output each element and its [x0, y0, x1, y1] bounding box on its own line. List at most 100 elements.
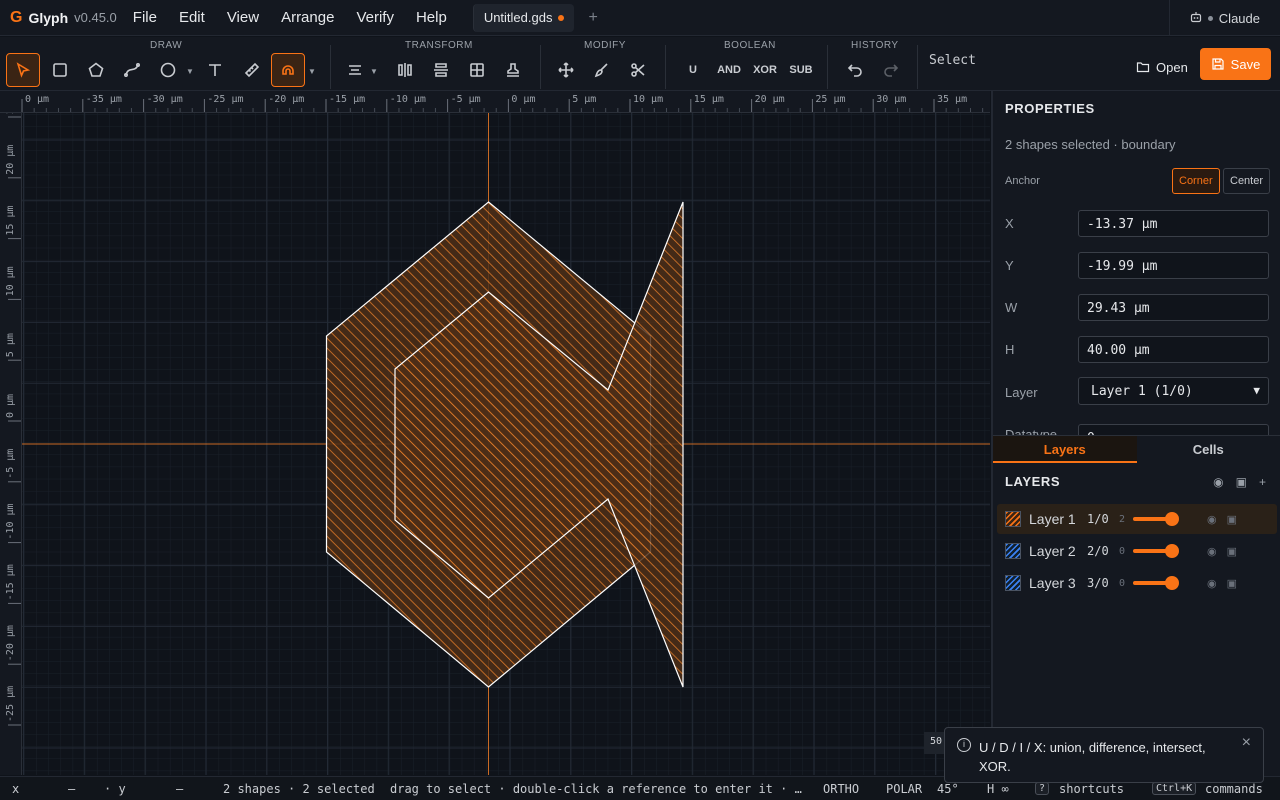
group-label-history: HISTORY [851, 40, 899, 51]
layer-swatch [1005, 543, 1021, 559]
toolbar-divider [917, 45, 918, 89]
circle-options-chevron-icon[interactable]: ▼ [186, 67, 194, 76]
layer-opacity-slider[interactable] [1133, 512, 1179, 526]
ruler-tick-label: 5 µm [5, 333, 16, 357]
close-icon[interactable]: × [1242, 734, 1251, 752]
selection-status: 2 shapes · 2 selected [223, 782, 375, 796]
toolbar: DRAW TRANSFORM MODIFY BOOLEAN HISTORY ▼ … [0, 37, 1280, 91]
layer-opacity-slider[interactable] [1133, 544, 1179, 558]
robot-icon [1190, 11, 1202, 26]
ruler-tick-label: 25 µm [5, 113, 16, 114]
circle-tool-button[interactable] [151, 53, 185, 87]
layer-row[interactable]: Layer 2 2/0 0 ◉ ▣ [997, 536, 1277, 566]
boolean-and-button[interactable]: AND [712, 53, 746, 87]
menu-arrange[interactable]: Arrange [281, 9, 334, 26]
document-tab[interactable]: Untitled.gds [472, 3, 575, 32]
ortho-toggle[interactable]: ORTHO [823, 782, 859, 796]
rectangle-tool-button[interactable] [43, 53, 77, 87]
tab-cells[interactable]: Cells [1137, 436, 1280, 463]
shortcuts-key[interactable]: ? [1035, 782, 1050, 795]
add-layer-icon[interactable]: + [1259, 475, 1266, 489]
ruler-tick-label: 25 µm [815, 94, 845, 105]
eye-icon[interactable]: ◉ [1207, 545, 1217, 558]
layer-label: Layer [1005, 385, 1038, 400]
polar-angle[interactable]: 45° [937, 782, 959, 796]
redo-button[interactable] [874, 53, 908, 87]
layer-row[interactable]: Layer 3 3/0 0 ◉ ▣ [997, 568, 1277, 598]
layer-row[interactable]: Layer 1 1/0 2 ◉ ▣ [997, 504, 1277, 534]
text-tool-button[interactable] [198, 53, 232, 87]
undo-button[interactable] [838, 53, 872, 87]
layout-canvas[interactable] [22, 113, 990, 775]
anchor-center-button[interactable]: Center [1223, 168, 1271, 194]
slider-knob[interactable] [1165, 576, 1179, 590]
add-tab-button[interactable]: + [588, 9, 597, 27]
polar-toggle[interactable]: POLAR [886, 782, 922, 796]
lock-icon[interactable]: ▣ [1227, 577, 1237, 590]
snap-tool-button[interactable] [271, 53, 305, 87]
open-button[interactable]: Open [1128, 52, 1196, 82]
y-field[interactable]: -19.99 µm [1078, 252, 1269, 279]
user-menu[interactable]: Claude [1168, 0, 1260, 36]
boolean-xor-button[interactable]: XOR [748, 53, 782, 87]
app-logo: G Glyph v0.45.0 [10, 9, 117, 27]
anchor-corner-button[interactable]: Corner [1172, 168, 1220, 194]
ruler-tick-label: 20 µm [5, 145, 16, 175]
datatype-field[interactable]: 0 [1078, 424, 1269, 435]
cut-button[interactable] [621, 53, 655, 87]
app-version: v0.45.0 [74, 10, 117, 25]
lock-icon[interactable]: ▣ [1236, 475, 1247, 489]
snap-options-chevron-icon[interactable]: ▼ [308, 67, 316, 76]
select-tool-button[interactable] [6, 53, 40, 87]
slider-knob[interactable] [1165, 512, 1179, 526]
x-field[interactable]: -13.37 µm [1078, 210, 1269, 237]
menu-file[interactable]: File [133, 9, 157, 26]
stamp-button[interactable] [496, 53, 530, 87]
tab-layers[interactable]: Layers [993, 436, 1137, 463]
pointer-icon [16, 62, 31, 78]
boolean-sub-button[interactable]: SUB [784, 53, 818, 87]
eye-icon[interactable]: ◉ [1207, 513, 1217, 526]
save-button[interactable]: Save [1200, 48, 1271, 80]
menu-help[interactable]: Help [416, 9, 447, 26]
shortcuts-link[interactable]: shortcuts [1059, 782, 1124, 796]
eye-icon[interactable]: ◉ [1207, 577, 1217, 590]
ruler-tick-label: 10 µm [633, 94, 663, 105]
stamp-icon [507, 63, 519, 77]
boolean-union-button[interactable]: U [676, 53, 710, 87]
width-field[interactable]: 29.43 µm [1078, 294, 1269, 321]
menu-edit[interactable]: Edit [179, 9, 205, 26]
menu-view[interactable]: View [227, 9, 259, 26]
lock-icon[interactable]: ▣ [1227, 513, 1237, 526]
vertical-ruler: 25 µm 20 µm 15 µm 10 µm 5 µm 0 µm -5 µm -10 µm -… [0, 113, 22, 775]
layer-shape-count: 0 [1119, 545, 1126, 557]
polygon-tool-button[interactable] [79, 53, 113, 87]
height-field[interactable]: 40.00 µm [1078, 336, 1269, 363]
ruler-tick-label: -5 µm [451, 94, 481, 105]
menu-verify[interactable]: Verify [356, 9, 394, 26]
ruler-tool-button[interactable] [235, 53, 269, 87]
align-options-chevron-icon[interactable]: ▼ [370, 67, 378, 76]
h-label: H [1005, 342, 1015, 357]
layer-opacity-slider[interactable] [1133, 576, 1179, 590]
ruler-tick-label: 15 µm [694, 94, 724, 105]
align-button[interactable] [338, 53, 372, 87]
paint-button[interactable] [585, 53, 619, 87]
layer-number: 3/0 [1087, 576, 1109, 590]
commands-key[interactable]: Ctrl+K [1152, 782, 1197, 795]
slider-knob[interactable] [1165, 544, 1179, 558]
eye-icon[interactable]: ◉ [1213, 475, 1223, 489]
move-button[interactable] [549, 53, 583, 87]
title-bar: G Glyph v0.45.0 File Edit View Arrange V… [0, 0, 1280, 36]
flip-horizontal-button[interactable] [388, 53, 422, 87]
text-icon [209, 64, 221, 76]
layer-select[interactable]: Layer 1 (1/0) ▼ [1078, 377, 1269, 405]
lock-icon[interactable]: ▣ [1227, 545, 1237, 558]
path-tool-button[interactable] [115, 53, 149, 87]
array-button[interactable] [460, 53, 494, 87]
ruler-tick-label: -30 µm [147, 94, 183, 105]
document-tab-title: Untitled.gds [483, 10, 553, 25]
flip-vertical-button[interactable] [424, 53, 458, 87]
horizontal-ruler: 0 µm -35 µm -30 µm -25 µm -20 µm -15 µm -10 µm… [0, 91, 990, 113]
commands-link[interactable]: commands [1205, 782, 1263, 796]
